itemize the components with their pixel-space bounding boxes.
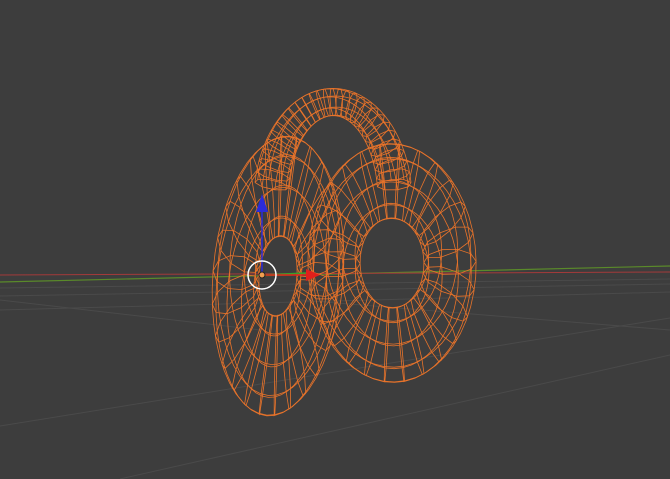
grid-line: [0, 278, 670, 289]
mesh-edge: [289, 299, 320, 377]
grid-line: [299, 299, 670, 331]
mesh-edge: [231, 305, 266, 391]
3d-viewport[interactable]: [0, 0, 670, 479]
mesh-edge: [329, 88, 337, 117]
mesh-edge: [243, 184, 315, 335]
grid-line: [0, 317, 670, 427]
mesh-edge: [273, 314, 279, 417]
viewport-canvas[interactable]: [0, 0, 670, 479]
mesh-edge: [274, 106, 398, 190]
mesh-edge: [359, 217, 425, 309]
gizmo-z-arrow-icon[interactable]: [256, 194, 268, 212]
object-origin-dot: [258, 271, 266, 279]
grid-line: [119, 354, 670, 479]
mesh-edge: [423, 248, 477, 275]
mesh-edge: [341, 179, 443, 322]
mesh-edge: [241, 217, 313, 368]
mesh-edge: [290, 161, 325, 247]
mesh-edge: [345, 298, 376, 365]
mesh-edge: [211, 274, 260, 315]
mesh-edge: [312, 158, 472, 383]
handle-arc-mesh[interactable]: [254, 87, 412, 191]
floor-grid: [0, 278, 670, 479]
mesh-edge: [312, 143, 472, 368]
mesh-edge: [341, 204, 443, 347]
mesh-edge: [215, 286, 261, 343]
mesh-edge: [408, 161, 439, 228]
